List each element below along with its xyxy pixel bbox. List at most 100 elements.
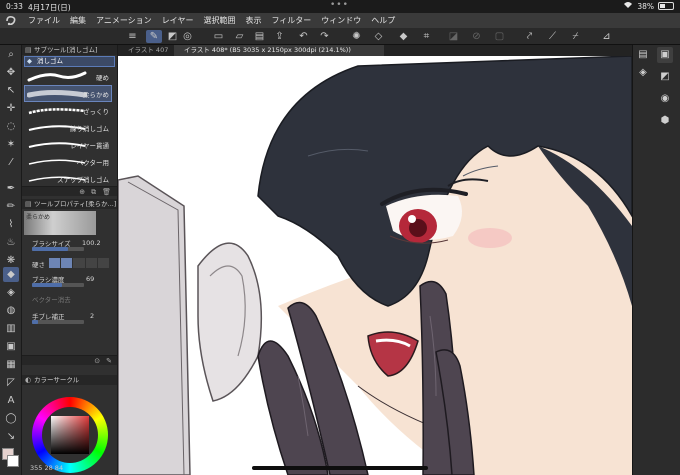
stabilization-row[interactable]: 手ブレ補正 2 <box>24 311 114 325</box>
stabilization-slider[interactable] <box>32 320 38 324</box>
menu-window[interactable]: ウィンドウ <box>321 13 361 28</box>
brush-item-kneaded[interactable]: 練り消しゴム <box>25 120 111 135</box>
magic-wand-icon[interactable]: ✶ <box>3 137 19 152</box>
save-icon[interactable]: ▤ <box>253 30 266 43</box>
crop-icon[interactable]: ⌗ <box>420 30 433 43</box>
correction-icon[interactable]: ↘ <box>3 429 19 444</box>
add-subtool-icon[interactable]: ⊕ <box>79 187 85 196</box>
tool-property-icon: ▤ <box>25 200 32 208</box>
menu-view[interactable]: 表示 <box>245 13 261 28</box>
color-wheel[interactable] <box>32 397 108 473</box>
pen-icon[interactable]: ✎ <box>146 30 162 43</box>
gradient-icon[interactable]: ▥ <box>3 321 19 336</box>
figure-icon[interactable]: ▣ <box>3 339 19 354</box>
balloon-icon[interactable]: ◯ <box>3 411 19 426</box>
delete-subtool-icon[interactable]: 🗑︎ <box>102 187 111 196</box>
eraser-settings-icon[interactable]: ⌿ <box>569 30 582 43</box>
density-row[interactable]: ブラシ濃度 69 <box>24 274 114 288</box>
pen-tool-icon[interactable]: ✒ <box>3 181 19 196</box>
tool-column: ⌕ ✥ ↖ ✛ ◌ ✶ ⁄ ✒ ✏ ⌇ ♨ ❋ ◆ ◈ ◍ ▥ ▣ ▦ ◸ A … <box>0 45 22 475</box>
decoration-icon[interactable]: ❋ <box>3 253 19 268</box>
brush-item-through-layer[interactable]: レイヤー貫通 <box>25 137 111 152</box>
wifi-icon <box>623 1 633 11</box>
hardness-steps[interactable] <box>49 258 110 268</box>
eraser-tool-icon[interactable]: ◆ <box>3 267 19 282</box>
brush-settings-icon[interactable]: ⟋ <box>546 30 559 43</box>
new-file-icon[interactable]: ▭ <box>212 30 225 43</box>
navigator-panel-icon[interactable]: ▣ <box>657 47 673 63</box>
menu-selection[interactable]: 選択範囲 <box>203 13 235 28</box>
menu-layer[interactable]: レイヤー <box>162 13 194 28</box>
zoom-icon[interactable]: ⌕ <box>3 47 19 62</box>
layer-search-icon[interactable]: ⬢ <box>657 113 673 129</box>
frame-icon[interactable]: ▦ <box>3 357 19 372</box>
operation-icon[interactable]: ↖ <box>3 83 19 98</box>
brush-item-snap[interactable]: スナップ消しゴム <box>25 171 111 186</box>
multitask-indicator[interactable]: ••• <box>330 0 349 10</box>
redo-icon[interactable]: ↷ <box>318 30 331 43</box>
export-icon[interactable]: ⇪ <box>273 30 286 43</box>
move-icon[interactable]: ✥ <box>3 65 19 80</box>
property-menu-icon[interactable]: ⊙ <box>94 356 100 365</box>
layer-panel-icon[interactable]: ▤ <box>635 47 651 63</box>
color-square[interactable] <box>51 416 89 454</box>
ruler-tool-icon[interactable]: ◸ <box>3 375 19 390</box>
hardness-label: 硬さ <box>32 261 45 269</box>
left-panel: ▤ サブツール[消しゴム] ◆ 消しゴム 硬め 柔らかめ ざっくり 練り消しゴム… <box>22 45 118 475</box>
layer-stack-icon[interactable]: ◈ <box>635 65 651 81</box>
subtool-group-tab[interactable]: ◆ 消しゴム <box>24 56 115 67</box>
sub-color-swatch[interactable] <box>7 455 19 467</box>
deselect-icon[interactable]: ⊘ <box>470 30 483 43</box>
vector-erase-row[interactable]: ベクター消去 <box>24 293 114 307</box>
brush-size-slider[interactable] <box>32 247 68 251</box>
transform-icon[interactable]: ◆ <box>397 30 410 43</box>
hsv-readout: 355 28 84 <box>30 464 64 472</box>
move-layer-icon[interactable]: ✛ <box>3 101 19 116</box>
vector-erase-label: ベクター消去 <box>32 296 71 304</box>
layer-property-icon[interactable]: ◩ <box>657 69 673 85</box>
tool-property-header: ▤ ツールプロパティ[柔らか...] <box>22 199 117 209</box>
property-settings-icon[interactable]: ✎ <box>106 356 112 365</box>
density-slider[interactable] <box>32 283 62 287</box>
blend-icon[interactable]: ◈ <box>3 285 19 300</box>
undo-icon[interactable]: ↶ <box>297 30 310 43</box>
brush-size-row[interactable]: ブラシサイズ 100.2 <box>24 238 114 252</box>
menu-file[interactable]: ファイル <box>28 13 60 28</box>
menu-help[interactable]: ヘルプ <box>371 13 395 28</box>
copy-subtool-icon[interactable]: ⧉ <box>91 187 96 196</box>
pen-settings-icon[interactable]: ⤤ <box>523 30 536 43</box>
color-icon[interactable]: ◩ <box>166 30 179 43</box>
brush-item-hard[interactable]: 硬め <box>25 69 111 84</box>
fill-tool-icon[interactable]: ◍ <box>3 303 19 318</box>
clip-studio-logo-icon[interactable] <box>4 15 18 27</box>
brush-item-soft[interactable]: 柔らかめ <box>24 85 112 102</box>
hardness-row[interactable]: 硬さ <box>24 257 114 271</box>
menu-edit[interactable]: 編集 <box>70 13 86 28</box>
subtool-title: サブツール[消しゴム] <box>34 46 98 54</box>
pencil-tool-icon[interactable]: ✏ <box>3 199 19 214</box>
document-tabs: イラスト 407 イラスト 408* (B5 3035 x 2150px 300… <box>118 45 632 56</box>
fill-icon[interactable]: ◇ <box>372 30 385 43</box>
menu-animation[interactable]: アニメーション <box>96 13 152 28</box>
brush-item-vector[interactable]: ベクター用 <box>25 154 111 169</box>
color-mode-icon[interactable]: ◎ <box>181 30 194 43</box>
status-time: 0:33 <box>6 2 23 11</box>
menu-icon[interactable]: ≡ <box>126 30 139 43</box>
brush-tool-icon[interactable]: ⌇ <box>3 217 19 232</box>
loading-icon[interactable]: ✺ <box>350 30 363 43</box>
open-icon[interactable]: ▱ <box>233 30 246 43</box>
eyedropper-icon[interactable]: ⁄ <box>3 155 19 170</box>
tab-illust-407[interactable]: イラスト 407 <box>118 45 173 56</box>
text-tool-icon[interactable]: A <box>3 393 19 408</box>
clear-icon[interactable]: ◪ <box>447 30 460 43</box>
select-all-icon[interactable]: ▢ <box>493 30 506 43</box>
menu-filter[interactable]: フィルター <box>271 13 311 28</box>
ruler-icon[interactable]: ⊿ <box>600 30 613 43</box>
airbrush-icon[interactable]: ♨ <box>3 235 19 250</box>
material-panel-icon[interactable]: ◉ <box>657 91 673 107</box>
tab-illust-408[interactable]: イラスト 408* (B5 3035 x 2150px 300dpi (214.… <box>174 45 384 56</box>
drawing-canvas[interactable] <box>118 56 632 475</box>
brush-item-rough[interactable]: ざっくり <box>25 103 111 118</box>
lasso-icon[interactable]: ◌ <box>3 119 19 134</box>
home-indicator[interactable] <box>252 466 428 470</box>
